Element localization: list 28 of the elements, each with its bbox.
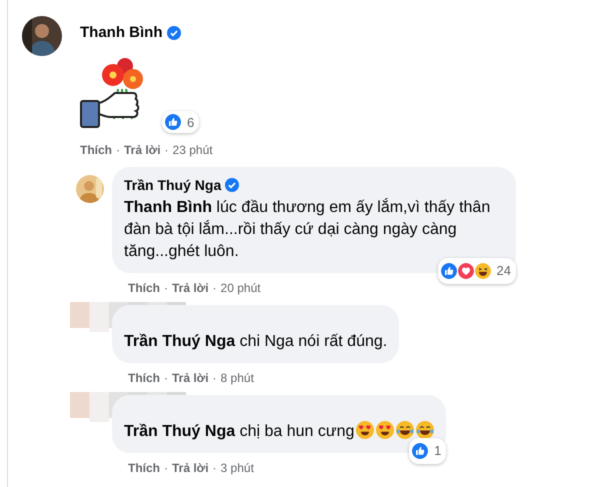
separator-dot: ·	[212, 371, 217, 385]
separator-dot: ·	[212, 281, 217, 295]
action-link[interactable]: Thích	[128, 461, 160, 475]
separator-dot: ·	[164, 461, 168, 475]
comment-text: Thanh Bình lúc đầu thương em ấy lắm,vì thấy thân đàn bà tội lắm...rồi thấy cứ dại càng ngày càng tăng...ghét luôn.	[124, 199, 490, 260]
comment-text: Trần Thuý Nga chi Nga nói rất đúng.	[124, 333, 388, 350]
separator-dot: ·	[164, 281, 168, 295]
action-link[interactable]: Thích	[128, 371, 160, 385]
author-name[interactable]: Thanh Bình	[80, 24, 180, 41]
timestamp: 23 phút	[172, 143, 213, 157]
comment-text: Trần Thuý Nga chị ba hun cưng	[124, 423, 354, 440]
timestamp: 3 phút	[220, 461, 254, 475]
action-link[interactable]: Thích	[128, 281, 160, 295]
action-link[interactable]: Trả lời	[172, 461, 209, 475]
timestamp: 20 phút	[220, 281, 261, 295]
action-link[interactable]: Trả lời	[172, 371, 209, 385]
action-link[interactable]: Trả lời	[172, 281, 209, 295]
separator-dot: ·	[164, 371, 168, 385]
action-link[interactable]: Trả lời	[124, 143, 161, 157]
reaction-count-badge[interactable]: 24	[438, 258, 516, 284]
separator-dot: ·	[212, 461, 217, 475]
timestamp: 8 phút	[220, 371, 254, 385]
reaction-count-badge[interactable]: 6	[162, 111, 200, 133]
separator-dot: ·	[164, 143, 169, 157]
separator-dot: ·	[116, 143, 120, 157]
action-link[interactable]: Thích	[80, 143, 112, 157]
author-name[interactable]: Trần Thuý Nga	[124, 176, 240, 194]
reaction-count-badge[interactable]: 1	[409, 438, 446, 464]
